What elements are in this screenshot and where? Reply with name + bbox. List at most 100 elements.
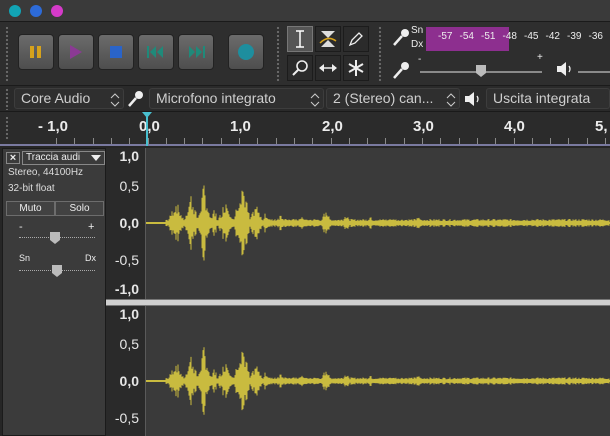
magnifier-icon xyxy=(292,60,308,76)
ruler-tick xyxy=(202,138,204,144)
input-volume-minus: - xyxy=(418,54,422,65)
ruler-tick xyxy=(476,138,478,144)
zoom-tool-button[interactable] xyxy=(287,55,313,81)
solo-button[interactable]: Solo xyxy=(55,201,104,216)
input-volume-plus: + xyxy=(537,52,543,63)
input-volume-slider[interactable] xyxy=(420,65,542,77)
meter-tick-label: -42 xyxy=(545,31,560,42)
ruler-label: 2,0 xyxy=(322,118,343,135)
ruler-tick xyxy=(257,138,259,144)
meter-tick-label: -57 xyxy=(438,31,453,42)
device-toolbar: Core Audio Microfono integrato 2 (Stereo… xyxy=(0,86,610,112)
draw-tool-button[interactable] xyxy=(343,26,369,52)
scale-label: 0,0 xyxy=(119,373,139,389)
envelope-icon xyxy=(319,31,337,47)
ruler-tick xyxy=(385,138,387,144)
mute-button[interactable]: Muto xyxy=(6,201,55,216)
play-button[interactable] xyxy=(58,34,94,70)
vertical-scale-channel-2[interactable]: 1,0 0,5 0,0 -0,5 xyxy=(106,306,146,436)
i-beam-icon xyxy=(296,30,304,48)
ruler-label: 4,0 xyxy=(504,118,525,135)
microphone-icon xyxy=(393,62,409,79)
ruler-tick xyxy=(110,138,112,144)
meter-tick-label: -39 xyxy=(567,31,582,42)
tools-grip[interactable] xyxy=(276,26,281,82)
meter-left-label: Sn xyxy=(411,25,424,36)
pause-icon xyxy=(30,46,41,58)
pencil-icon xyxy=(348,32,363,47)
meter-tick-label: -48 xyxy=(502,31,517,42)
pan-left-label: Sn xyxy=(19,253,31,263)
meter-tick-label: -54 xyxy=(459,31,474,42)
selection-tool-button[interactable] xyxy=(287,26,313,52)
gain-plus-label: + xyxy=(88,221,95,233)
host-select[interactable]: Core Audio xyxy=(14,88,124,109)
meter-grip[interactable] xyxy=(378,26,383,82)
ruler-tick xyxy=(239,138,240,144)
track-close-button[interactable]: × xyxy=(6,152,20,164)
input-device-select[interactable]: Microfono integrato xyxy=(149,88,324,109)
skip-to-end-button[interactable] xyxy=(178,34,214,70)
pan-right-label: Dx xyxy=(85,253,96,263)
device-grip[interactable] xyxy=(5,88,10,110)
ruler-tick xyxy=(458,138,460,144)
envelope-tool-button[interactable] xyxy=(315,26,341,52)
record-button[interactable] xyxy=(228,34,264,70)
slider-thumb[interactable] xyxy=(50,232,60,245)
ruler-tick xyxy=(74,138,76,144)
slider-thumb[interactable] xyxy=(476,65,486,78)
track-sample-format: 32-bit float xyxy=(8,183,55,194)
toolbar-grip[interactable] xyxy=(5,26,10,82)
skip-to-start-button[interactable] xyxy=(138,34,174,70)
scale-label: -0,5 xyxy=(114,252,139,268)
vertical-scale-channel-1[interactable]: 1,0 0,5 0,0 -0,5 -1,0 xyxy=(106,148,146,299)
ruler-tick xyxy=(184,138,186,144)
ruler-tick xyxy=(495,138,497,144)
timeshift-tool-button[interactable] xyxy=(315,55,341,81)
scale-label: 0,5 xyxy=(119,178,139,194)
double-arrow-icon xyxy=(319,64,337,72)
ruler-tick xyxy=(403,138,405,144)
slider-thumb[interactable] xyxy=(52,265,62,278)
window-maximize-button[interactable] xyxy=(51,5,63,17)
audio-clip-channel-1[interactable] xyxy=(146,148,610,299)
multi-tool-button[interactable] xyxy=(343,55,369,81)
ruler-tick xyxy=(275,138,277,144)
ruler-tick xyxy=(568,138,570,144)
playhead-marker[interactable] xyxy=(140,112,154,146)
microphone-icon xyxy=(393,29,409,46)
channel-divider[interactable] xyxy=(106,299,610,306)
output-volume-slider[interactable] xyxy=(578,71,610,73)
timeline-ruler[interactable]: - 1,0 0,0 1,0 2,0 3,0 4,0 5, xyxy=(0,112,610,146)
ruler-tick xyxy=(513,138,515,144)
window-close-button[interactable] xyxy=(9,5,21,17)
stop-button[interactable] xyxy=(98,34,134,70)
record-icon xyxy=(238,44,254,60)
meter-right-label: Dx xyxy=(411,39,424,50)
ruler-tick xyxy=(293,138,295,144)
window-minimize-button[interactable] xyxy=(30,5,42,17)
play-icon xyxy=(70,45,82,59)
pan-slider[interactable] xyxy=(19,265,95,277)
ruler-tick xyxy=(531,138,533,144)
audio-clip-channel-2[interactable] xyxy=(146,306,610,436)
skip-end-icon xyxy=(189,46,205,58)
track-name-menu[interactable]: Traccia audi xyxy=(22,151,105,165)
chevron-updown-icon xyxy=(110,93,120,107)
scale-label: -0,5 xyxy=(114,410,139,426)
waveform-path xyxy=(165,185,610,261)
pause-button[interactable] xyxy=(18,34,54,70)
track-control-panel: × Traccia audi Stereo, 44100Hz 32-bit fl… xyxy=(2,148,106,436)
output-device-value: Uscita integrata xyxy=(493,90,591,106)
channels-select[interactable]: 2 (Stereo) can... xyxy=(326,88,460,109)
waveform-area[interactable]: 1,0 0,5 0,0 -0,5 -1,0 1,0 0,5 0,0 -0,5 xyxy=(106,148,610,436)
scale-label: 0,5 xyxy=(119,336,139,352)
title-bar xyxy=(0,0,610,22)
ruler-grip[interactable] xyxy=(5,116,10,140)
output-device-select[interactable]: Uscita integrata xyxy=(486,88,610,109)
ruler-tick xyxy=(92,138,94,144)
waveform-path xyxy=(165,347,610,415)
scale-label: 1,0 xyxy=(119,148,139,164)
recording-meter[interactable]: -57 -54 -51 -48 -45 -42 -39 -36 xyxy=(426,27,610,51)
gain-slider[interactable] xyxy=(19,232,95,244)
